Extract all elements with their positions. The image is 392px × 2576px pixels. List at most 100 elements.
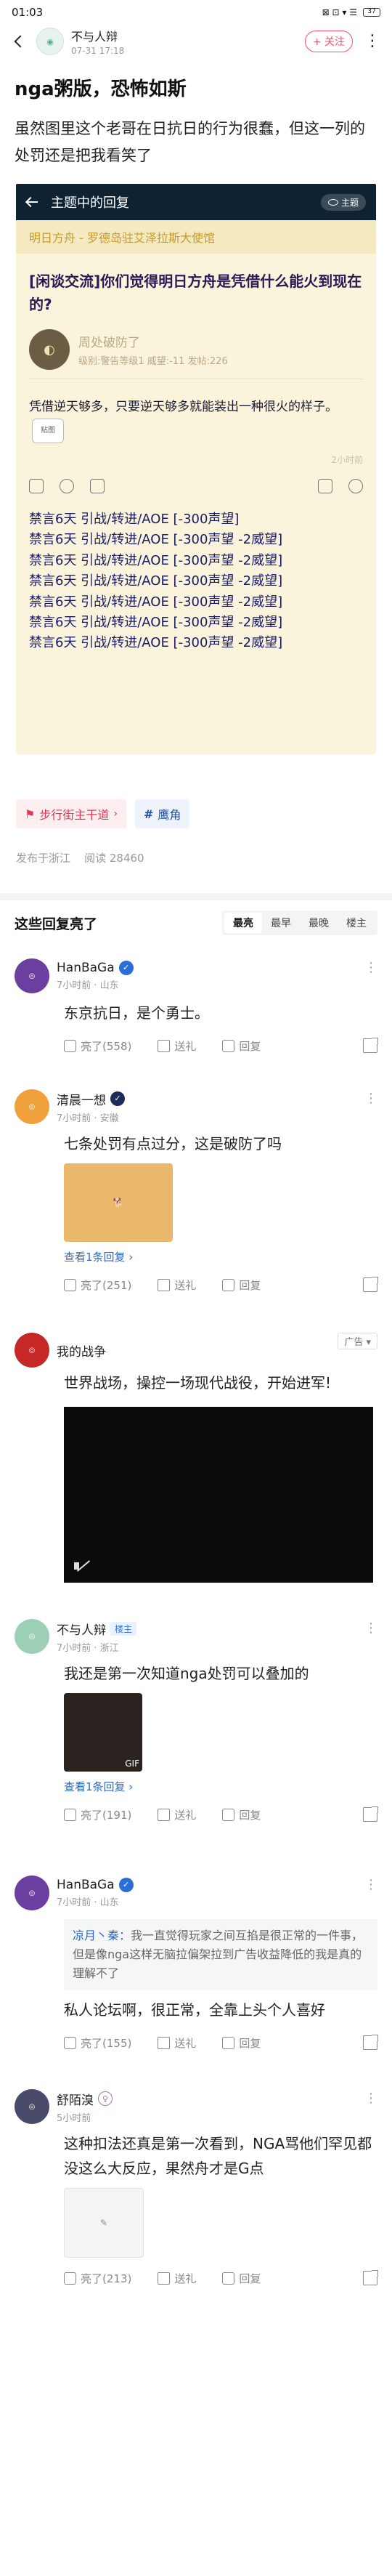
post-header: ◉ 不与人辩 07-31 17:18 + 关注 ⋮ — [0, 25, 392, 58]
more-options-icon[interactable]: ⋮ — [364, 33, 380, 49]
avatar[interactable]: ◎ — [15, 2089, 49, 2124]
reply-image[interactable]: ✎ — [64, 2188, 144, 2258]
like-button[interactable]: 亮了(155) — [64, 2035, 131, 2051]
avatar[interactable]: ◎ — [15, 1089, 49, 1124]
like-icon — [64, 1278, 76, 1291]
reply-button[interactable]: 回复 — [222, 1807, 261, 1822]
reply-button[interactable]: 回复 — [222, 1277, 261, 1293]
post-screenshot-image[interactable]: 主题中的回复 主题 明日方舟 - 罗德岛驻艾泽拉斯大使馆 [闲谈交流]你们觉得明… — [16, 184, 376, 754]
reply-button[interactable]: 回复 — [222, 1038, 261, 1054]
like-icon — [64, 2272, 76, 2285]
reply-more-icon[interactable]: ⋮ — [364, 1877, 377, 1892]
reply-author[interactable]: HanBaGa ✓ — [57, 961, 134, 975]
avatar[interactable]: ◎ — [15, 1876, 49, 1910]
ad-video[interactable] — [64, 1407, 373, 1583]
gift-label: 送礼 — [174, 1808, 197, 1822]
back-arrow-icon[interactable] — [12, 34, 26, 49]
screenshot-dislike-icon — [90, 479, 105, 493]
screenshot-signature: 2小时前 — [331, 455, 363, 465]
reply-time: 7小时前 · 安徽 — [57, 1113, 119, 1124]
avatar[interactable]: ◎ — [15, 958, 49, 993]
reply-button[interactable]: 回复 — [222, 2035, 261, 2051]
gift-button[interactable]: 送礼 — [158, 1277, 196, 1293]
gift-button[interactable]: 送礼 — [158, 2271, 196, 2286]
like-button[interactable]: 亮了(191) — [64, 1807, 131, 1822]
gift-button[interactable]: 送礼 — [158, 1038, 196, 1054]
gift-icon — [158, 1039, 171, 1052]
host-badge: 楼主 — [110, 1621, 137, 1636]
reply-more-icon[interactable]: ⋮ — [364, 960, 377, 975]
post-body: 虽然图里这个老哥在日抗日的行为很蠢，但这一列的处罚还是把我看笑了 — [15, 120, 365, 164]
tag-board[interactable]: ⚑ 步行街主干道 › — [16, 799, 126, 828]
penalty-line: 禁言6天 引战/转进/AOE [-300声望 -2威望] — [29, 532, 283, 548]
reply-more-icon[interactable]: ⋮ — [364, 1620, 377, 1636]
reply-author[interactable]: 我的战争 — [57, 1341, 106, 1360]
share-icon[interactable] — [363, 1277, 378, 1292]
sort-tab-brightest[interactable]: 最亮 — [224, 913, 262, 933]
like-button[interactable]: 亮了(251) — [64, 1277, 131, 1293]
replies-title: 这些回复亮了 — [15, 916, 98, 932]
status-time: 01:03 — [12, 6, 44, 19]
reply-author-name: 不与人辩 — [57, 1623, 106, 1638]
follow-button[interactable]: + 关注 — [304, 31, 353, 52]
share-icon[interactable] — [363, 1806, 378, 1822]
verified-badge-icon: ✓ — [118, 1878, 134, 1892]
reply-author-name: 舒陌溴 — [57, 2093, 94, 2108]
quoted-reply[interactable]: 凉月丶秦：我一直觉得玩家之间互掐是很正常的一件事，但是像nga这样无脑拉偏架拉到… — [64, 1919, 377, 1990]
screenshot-like-icon — [60, 479, 74, 493]
reply-head: ◎ 我的战争 — [15, 1333, 377, 1368]
battery-icon: 37 — [363, 8, 380, 17]
reply-author-name: HanBaGa — [57, 961, 115, 975]
tag-topic[interactable]: # 鹰角 — [134, 799, 190, 828]
avatar[interactable]: ◎ — [15, 1619, 49, 1654]
like-icon — [64, 1808, 76, 1821]
reply-author[interactable]: 清晨一想 ✓ — [57, 1090, 125, 1108]
reply-more-icon[interactable]: ⋮ — [364, 2091, 377, 2106]
reply-button[interactable]: 回复 — [222, 2271, 261, 2286]
reply-more-icon[interactable]: ⋮ — [364, 1091, 377, 1106]
reply-icon — [222, 2036, 235, 2049]
reply-item: ◎ HanBaGa ✓ 7小时前 · 山东 ⋮ 凉月丶秦：我一直觉得玩家之间互掐… — [0, 1876, 392, 2053]
screenshot-topic-pill-label: 主题 — [340, 197, 359, 208]
share-icon[interactable] — [363, 2270, 378, 2285]
sort-tab-earliest[interactable]: 最早 — [262, 913, 300, 933]
anime-sticker-icon: ✎ — [99, 2218, 108, 2228]
reply-gif-image[interactable]: GIF — [64, 1693, 142, 1772]
screenshot-topbar-title: 主题中的回复 — [51, 195, 129, 211]
gift-icon — [158, 2036, 171, 2049]
post-time: 07-31 17:18 — [71, 46, 125, 56]
section-separator — [0, 893, 392, 900]
gift-icon — [158, 1278, 171, 1291]
screenshot-plus-icon — [348, 479, 363, 493]
share-icon[interactable] — [363, 1038, 378, 1053]
reply-icon — [222, 2272, 235, 2285]
avatar[interactable]: ◎ — [15, 1333, 49, 1368]
reply-author[interactable]: 舒陌溴 ♀ — [57, 2090, 113, 2108]
reply-head: ◎ HanBaGa ✓ 7小时前 · 山东 — [15, 1876, 377, 1910]
post-location: 发布于浙江 — [16, 852, 71, 865]
reply-icon — [222, 1808, 235, 1821]
screenshot-topic-pill: 主题 — [320, 193, 366, 211]
like-button[interactable]: 亮了(558) — [64, 1038, 131, 1054]
mute-icon[interactable] — [74, 1559, 90, 1572]
share-icon[interactable] — [363, 2035, 378, 2050]
ad-item[interactable]: ◎ 我的战争 广告 ▾ 世界战场，操控一场现代战役，开始进军! — [0, 1333, 392, 1583]
ad-badge[interactable]: 广告 ▾ — [338, 1333, 377, 1349]
view-replies-link[interactable]: 查看1条回复 › — [15, 1779, 377, 1794]
author-avatar[interactable]: ◉ — [36, 28, 64, 55]
author-name: 不与人辩 — [71, 30, 118, 44]
gift-button[interactable]: 送礼 — [158, 2035, 196, 2051]
author-info[interactable]: 不与人辩 07-31 17:18 — [71, 27, 305, 56]
reply-author[interactable]: 不与人辩 楼主 — [57, 1620, 137, 1638]
gift-button[interactable]: 送礼 — [158, 1807, 196, 1822]
reply-author[interactable]: HanBaGa ✓ — [57, 1878, 134, 1892]
reply-author-name: HanBaGa — [57, 1878, 115, 1892]
reply-head: ◎ 不与人辩 楼主 7小时前 · 浙江 — [15, 1619, 377, 1654]
sort-tab-op[interactable]: 楼主 — [338, 913, 375, 933]
screenshot-content-text: 凭借逆天够多，只要逆天够多就能装出一种很火的样子。 — [29, 400, 338, 414]
view-replies-link[interactable]: 查看1条回复 › — [15, 1249, 377, 1264]
sort-tab-latest[interactable]: 最晚 — [300, 913, 338, 933]
reply-image[interactable]: 🐕 — [64, 1163, 173, 1242]
like-button[interactable]: 亮了(213) — [64, 2271, 131, 2286]
like-count: 亮了(558) — [81, 1039, 132, 1053]
